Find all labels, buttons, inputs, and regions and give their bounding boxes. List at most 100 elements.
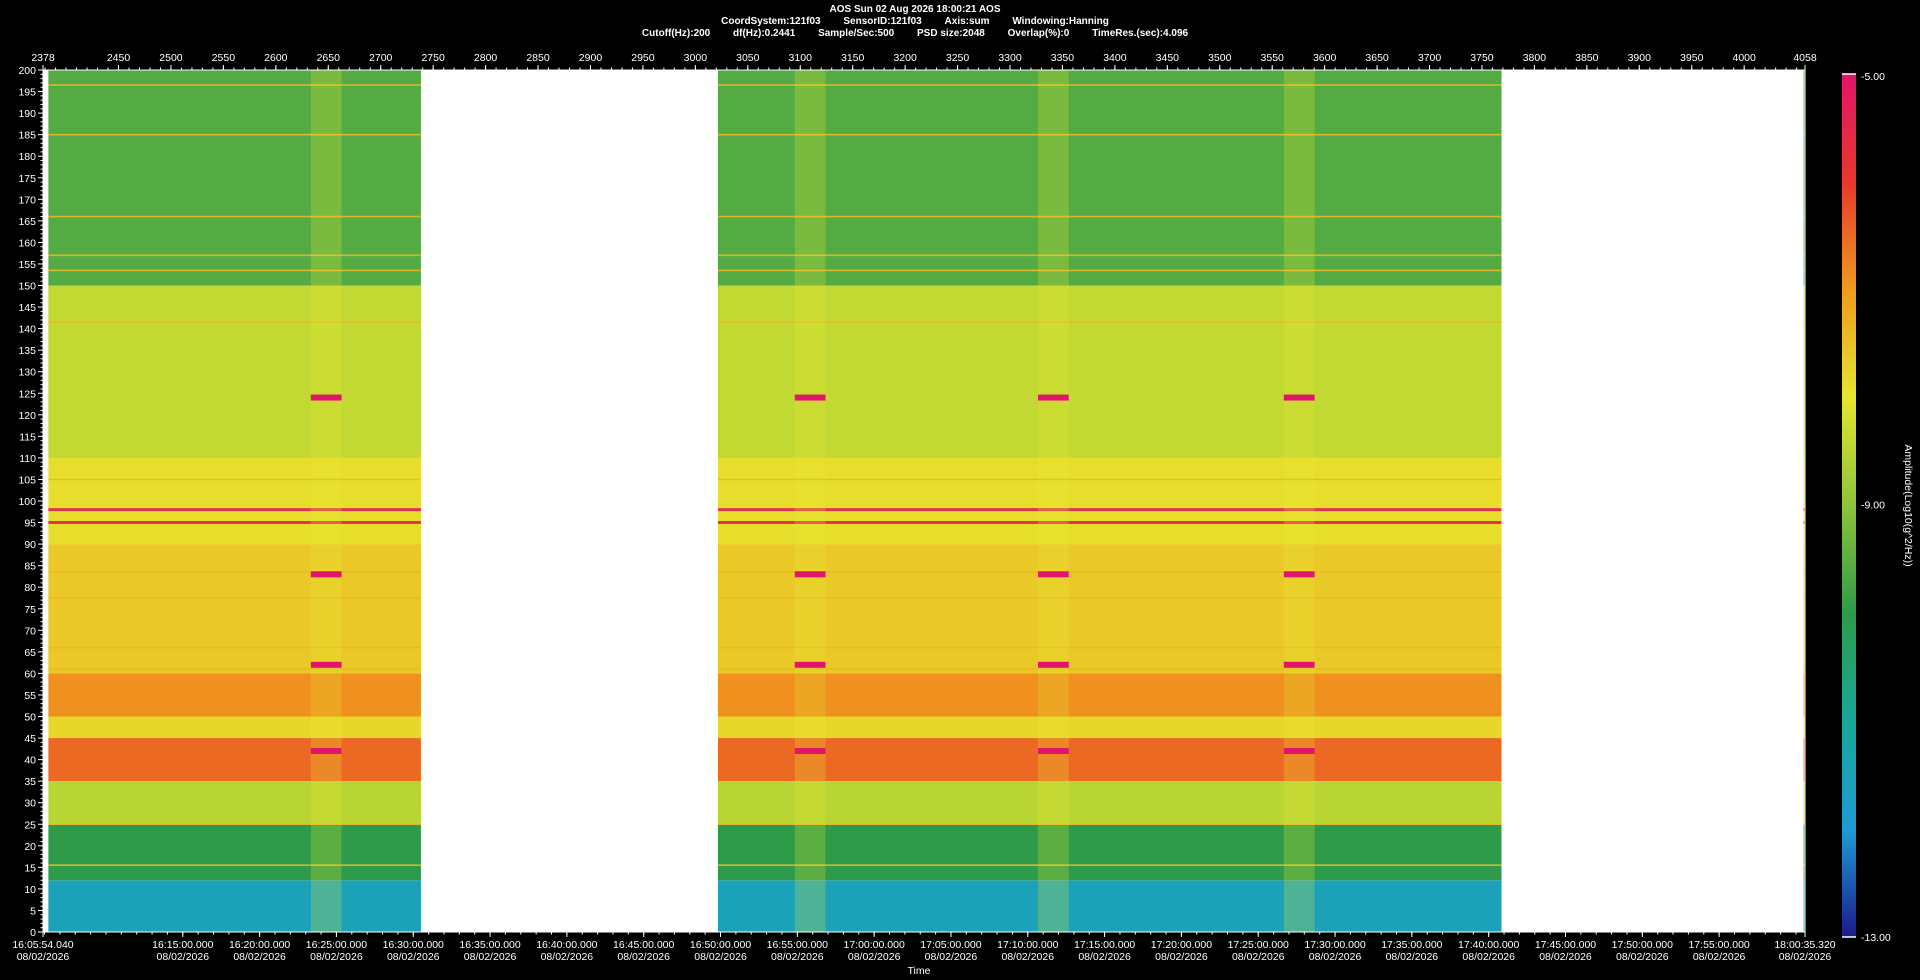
top-tick-label: 4058 — [1793, 52, 1817, 64]
event-peak — [1283, 394, 1315, 401]
frequency-band — [48, 285, 421, 458]
colorbar-ramp — [1842, 74, 1856, 937]
time-tick-label: 17:45:00.000 — [1535, 939, 1596, 951]
colorbar-label: Amplitude(Log10(g^2/Hz)) — [1902, 444, 1914, 566]
frequency-band — [48, 457, 421, 545]
top-tick-label: 2550 — [212, 52, 236, 64]
time-tick-label: 17:15:00.000 — [1074, 939, 1135, 951]
time-tick-label: 16:40:00.000 — [536, 939, 597, 951]
time-tick-label: 16:45:00.000 — [613, 939, 674, 951]
frequency-band — [48, 70, 421, 286]
y-tick-label: 125 — [18, 388, 36, 400]
date-tick-label: 08/02/2026 — [1462, 951, 1515, 963]
y-tick-label: 20 — [24, 841, 36, 853]
date-tick-label: 08/02/2026 — [617, 951, 670, 963]
frequency-band — [48, 824, 421, 881]
y-tick-label: 130 — [18, 367, 36, 379]
event-peak — [310, 747, 342, 754]
date-tick-label: 08/02/2026 — [1309, 951, 1362, 963]
event-peak — [794, 661, 826, 668]
x-axis-label: Time — [908, 965, 931, 977]
time-tick-label: 17:00:00.000 — [843, 939, 904, 951]
y-tick-label: 40 — [24, 755, 36, 767]
event-peak — [794, 747, 826, 754]
top-tick-label: 3650 — [1365, 52, 1389, 64]
y-tick-label: 85 — [24, 561, 36, 573]
date-tick-label: 08/02/2026 — [541, 951, 594, 963]
date-tick-label: 08/02/2026 — [1616, 951, 1669, 963]
frequency-band — [48, 781, 421, 825]
date-tick-label: 08/02/2026 — [694, 951, 747, 963]
top-tick-label: 2750 — [421, 52, 445, 64]
colorbar-tick-label: -5.00 — [1861, 71, 1885, 83]
time-tick-label: 17:05:00.000 — [920, 939, 981, 951]
date-tick-label: 08/02/2026 — [1779, 951, 1832, 963]
top-tick-label: 2650 — [317, 52, 341, 64]
y-tick-label: 10 — [24, 884, 36, 896]
y-tick-label: 185 — [18, 130, 36, 142]
date-tick-label: 08/02/2026 — [1386, 951, 1439, 963]
time-tick-label: 17:35:00.000 — [1381, 939, 1442, 951]
time-tick-label: 16:55:00.000 — [767, 939, 828, 951]
event-peak — [310, 661, 342, 668]
frequency-band — [717, 70, 1502, 286]
top-tick-label: 2378 — [31, 52, 55, 64]
y-tick-label: 105 — [18, 474, 36, 486]
top-tick-label: 4000 — [1732, 52, 1756, 64]
frequency-band — [48, 544, 421, 674]
date-tick-label: 08/02/2026 — [1539, 951, 1592, 963]
event-peak — [1038, 747, 1069, 754]
top-tick-label: 3500 — [1208, 52, 1232, 64]
top-tick-label: 3700 — [1418, 52, 1442, 64]
y-tick-label: 145 — [18, 302, 36, 314]
top-tick-label: 3850 — [1575, 52, 1599, 64]
time-tick-label: 16:15:00.000 — [152, 939, 213, 951]
date-tick-label: 08/02/2026 — [387, 951, 440, 963]
y-tick-label: 195 — [18, 87, 36, 99]
y-tick-label: 175 — [18, 173, 36, 185]
y-tick-label: 95 — [24, 518, 36, 530]
event-marker — [794, 70, 826, 932]
top-tick-label: 3950 — [1680, 52, 1704, 64]
y-tick-label: 0 — [30, 927, 36, 939]
time-tick-label: 16:50:00.000 — [690, 939, 751, 951]
top-tick-label: 3200 — [893, 52, 917, 64]
y-tick-label: 60 — [24, 668, 36, 680]
event-peak — [310, 571, 342, 578]
top-tick-label: 3000 — [684, 52, 708, 64]
y-tick-label: 70 — [24, 625, 36, 637]
y-tick-label: 65 — [24, 647, 36, 659]
frequency-band — [717, 457, 1502, 545]
y-tick-label: 100 — [18, 496, 36, 508]
time-tick-label: 16:20:00.000 — [229, 939, 290, 951]
y-tick-label: 115 — [19, 431, 36, 443]
colorbar-tick-label: -9.00 — [1861, 500, 1885, 512]
y-tick-label: 200 — [18, 65, 36, 77]
date-tick-label: 08/02/2026 — [310, 951, 363, 963]
event-band — [794, 70, 826, 932]
y-tick-label: 75 — [24, 604, 36, 616]
frequency-band — [717, 738, 1502, 782]
frequency-band — [717, 673, 1502, 717]
event-band — [1283, 70, 1315, 932]
event-peak — [794, 571, 826, 578]
y-tick-label: 50 — [24, 712, 36, 724]
y-tick-label: 165 — [18, 216, 36, 228]
event-marker — [1038, 70, 1069, 932]
top-tick-label: 2700 — [369, 52, 393, 64]
event-band — [1038, 70, 1069, 932]
colorbar-tick-label: -13.00 — [1861, 932, 1891, 944]
date-tick-label: 08/02/2026 — [157, 951, 210, 963]
time-tick-label: 17:30:00.000 — [1304, 939, 1365, 951]
frequency-band — [48, 880, 421, 932]
top-tick-label: 3400 — [1103, 52, 1127, 64]
top-tick-label: 3100 — [789, 52, 813, 64]
date-tick-label: 08/02/2026 — [1232, 951, 1285, 963]
y-tick-label: 170 — [18, 194, 36, 206]
date-tick-label: 08/02/2026 — [464, 951, 517, 963]
frequency-band — [48, 738, 421, 782]
time-tick-label: 17:40:00.000 — [1458, 939, 1519, 951]
y-tick-label: 30 — [24, 798, 36, 810]
y-tick-label: 55 — [24, 690, 36, 702]
y-tick-label: 140 — [18, 324, 36, 336]
